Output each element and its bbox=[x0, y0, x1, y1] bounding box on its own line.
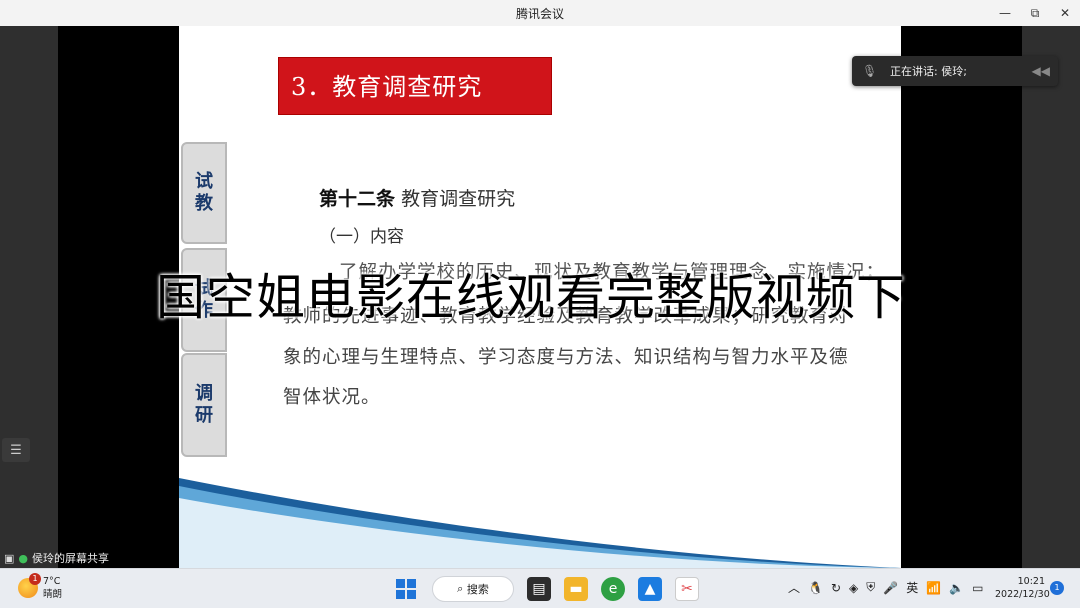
slide-decoration-swoosh bbox=[179, 478, 901, 568]
collapse-icon[interactable]: ◀◀ bbox=[1032, 64, 1050, 78]
slide-title: 3．教育调查研究 bbox=[278, 57, 552, 115]
qq-icon[interactable]: 🐧 bbox=[808, 581, 823, 595]
security-icon[interactable]: ◈ bbox=[849, 581, 858, 595]
wifi-icon[interactable]: 📶 bbox=[926, 581, 941, 595]
paragraph-line-4: 智体状况。 bbox=[283, 387, 381, 408]
weather-desc: 晴朗 bbox=[43, 589, 63, 600]
ime-indicator[interactable]: 英 bbox=[906, 579, 918, 596]
weather-badge: 1 bbox=[29, 573, 41, 585]
screen-share-text: 侯玲的屏幕共享 bbox=[32, 552, 110, 565]
tab-char: 研 bbox=[195, 405, 213, 426]
clock[interactable]: 10:21 2022/12/30 bbox=[995, 575, 1050, 601]
overlay-spam-text: 国空姐电影在线观看完整版视频下 bbox=[156, 269, 907, 326]
tencent-meeting-icon[interactable]: ▲ bbox=[638, 577, 662, 601]
search-label: 搜索 bbox=[466, 583, 489, 596]
notification-badge[interactable]: 1 bbox=[1050, 581, 1064, 595]
tab-char: 试 bbox=[195, 171, 213, 192]
clock-date: 2022/12/30 bbox=[995, 589, 1050, 600]
taskbar-apps: ⌕ 搜索 ▤ ▬ e ▲ ✂ bbox=[390, 573, 699, 605]
search-icon: ⌕ bbox=[457, 582, 467, 595]
system-tray: ︿ 🐧 ↻ ◈ ⛨ 🎤 英 📶 🔈 ▭ bbox=[788, 579, 992, 596]
subheading: （一）内容 bbox=[319, 227, 404, 247]
close-button[interactable]: ✕ bbox=[1050, 0, 1080, 26]
slide-tab-diaoyan: 调 研 bbox=[181, 353, 227, 457]
taskbar: 1 7°C 晴朗 ⌕ 搜索 ▤ ▬ e ▲ ✂ ︿ 🐧 ↻ ◈ ⛨ 🎤 英 📶 … bbox=[0, 568, 1080, 608]
microphone-icon[interactable]: 🎤 bbox=[883, 581, 898, 595]
meeting-stage: 3．教育调查研究 试 教 试 作 调 研 第十二条 教育调查研究 （一）内容 了… bbox=[0, 26, 1080, 568]
start-button[interactable] bbox=[396, 579, 416, 599]
slide-tab-shijiao: 试 教 bbox=[181, 142, 227, 244]
speaking-label: 正在讲话: 侯玲; bbox=[890, 65, 967, 78]
weather-widget[interactable]: 1 7°C 晴朗 bbox=[18, 573, 63, 601]
restore-button[interactable]: ⧉ bbox=[1020, 0, 1050, 26]
task-view-icon[interactable]: ▤ bbox=[527, 577, 551, 601]
title-bar: 腾讯会议 — ⧉ ✕ bbox=[0, 0, 1080, 26]
clock-time: 10:21 bbox=[1017, 576, 1045, 587]
article-heading: 第十二条 教育调查研究 bbox=[319, 184, 515, 211]
browser-icon[interactable]: e bbox=[601, 577, 625, 601]
screen-icon: ▣ bbox=[4, 551, 15, 565]
article-number: 第十二条 bbox=[319, 188, 396, 210]
tray-expand-icon[interactable]: ︿ bbox=[788, 579, 800, 596]
letterbox-right bbox=[901, 26, 1022, 568]
taskbar-search[interactable]: ⌕ 搜索 bbox=[432, 576, 514, 602]
window-title: 腾讯会议 bbox=[515, 7, 564, 21]
snipping-tool-icon[interactable]: ✂ bbox=[675, 577, 699, 601]
tab-char: 教 bbox=[195, 193, 213, 214]
battery-icon[interactable]: ▭ bbox=[972, 581, 983, 595]
mic-active-icon: ● bbox=[18, 551, 29, 565]
sync-icon[interactable]: ↻ bbox=[831, 581, 841, 595]
window-controls: — ⧉ ✕ bbox=[990, 0, 1080, 26]
volume-icon[interactable]: 🔈 bbox=[949, 581, 964, 595]
minimize-button[interactable]: — bbox=[990, 0, 1020, 26]
tab-char: 调 bbox=[195, 383, 213, 404]
weather-temp: 7°C bbox=[43, 576, 61, 587]
weather-sun-icon: 1 bbox=[18, 573, 41, 598]
article-title: 教育调查研究 bbox=[401, 188, 516, 210]
file-explorer-icon[interactable]: ▬ bbox=[564, 577, 588, 601]
paragraph-line-3: 象的心理与生理特点、学习态度与方法、知识结构与智力水平及德 bbox=[283, 347, 849, 368]
mic-icon: 🎙 bbox=[862, 64, 878, 78]
screen-share-label: ▣ ● 侯玲的屏幕共享 bbox=[0, 548, 109, 568]
speaking-indicator: 🎙 正在讲话: 侯玲; ◀◀ bbox=[852, 56, 1058, 86]
shield-icon[interactable]: ⛨ bbox=[866, 580, 875, 595]
member-list-button[interactable]: ☰ bbox=[2, 438, 30, 462]
